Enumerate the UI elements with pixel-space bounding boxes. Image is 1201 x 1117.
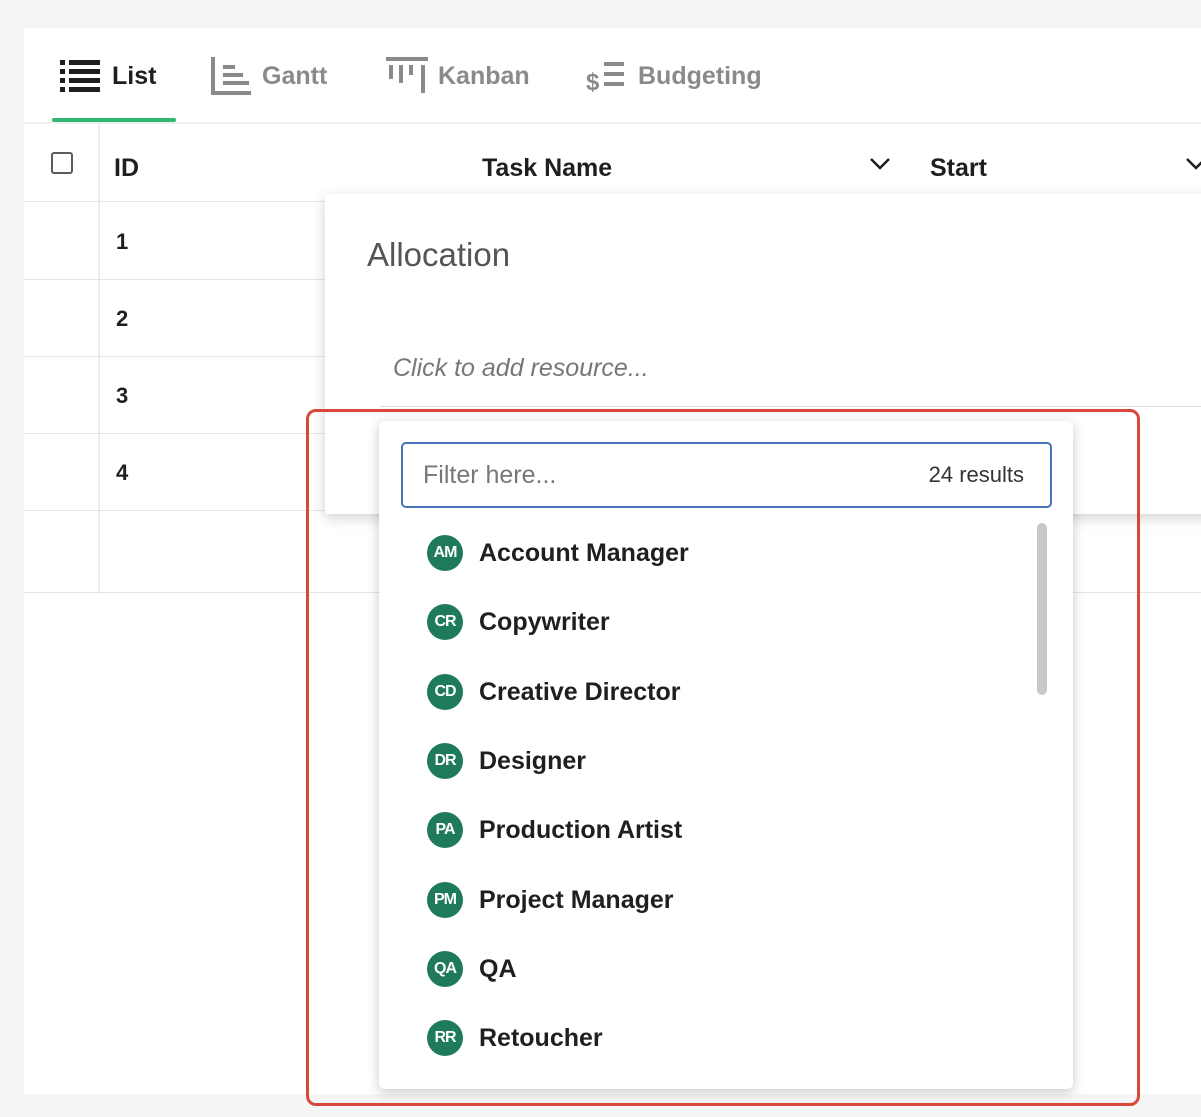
resource-option-copywriter[interactable]: CR Copywriter: [427, 597, 1007, 647]
add-resource-underline: [380, 406, 1201, 407]
chevron-down-icon[interactable]: [868, 154, 892, 174]
tab-budgeting[interactable]: $ Budgeting: [586, 56, 762, 97]
row-id: 3: [116, 383, 129, 408]
add-resource-field[interactable]: Click to add resource...: [393, 354, 649, 383]
avatar: PA: [427, 812, 463, 848]
avatar: AM: [427, 535, 463, 571]
column-header-task-name[interactable]: Task Name: [482, 154, 612, 183]
resource-option-label: Project Manager: [479, 885, 674, 914]
resource-option-label: Account Manager: [479, 538, 689, 567]
resource-option-retoucher[interactable]: RR Retoucher: [427, 1013, 1007, 1063]
avatar: PM: [427, 882, 463, 918]
column-header-start[interactable]: Start: [930, 154, 987, 183]
resource-option-project-manager[interactable]: PM Project Manager: [427, 875, 1007, 925]
grid-header: ID Task Name Start: [24, 124, 1201, 202]
row-id: 2: [116, 306, 129, 331]
avatar: QA: [427, 951, 463, 987]
filter-box: 24 results: [401, 442, 1052, 508]
resource-option-account-manager[interactable]: AM Account Manager: [427, 528, 1007, 578]
tab-list[interactable]: List: [58, 56, 156, 96]
resource-option-creative-director[interactable]: CD Creative Director: [427, 667, 1007, 717]
result-count: 24 results: [928, 462, 1024, 487]
column-header-id[interactable]: ID: [114, 154, 139, 183]
tab-gantt[interactable]: Gantt: [210, 56, 327, 96]
dropdown-scrollbar[interactable]: [1037, 523, 1047, 695]
allocation-title: Allocation: [367, 236, 511, 273]
row-id: 4: [116, 460, 129, 485]
resource-option-qa[interactable]: QA QA: [427, 944, 1007, 994]
tab-budgeting-label: Budgeting: [638, 61, 762, 90]
resource-option-production-artist[interactable]: PA Production Artist: [427, 805, 1007, 855]
resource-option-designer[interactable]: DR Designer: [427, 736, 1007, 786]
avatar: DR: [427, 743, 463, 779]
filter-input[interactable]: [423, 456, 883, 494]
avatar: RR: [427, 1020, 463, 1056]
gantt-icon: [210, 55, 252, 97]
budgeting-icon: $: [586, 56, 628, 96]
row-id: 1: [116, 229, 129, 254]
resource-option-label: Copywriter: [479, 607, 610, 636]
resource-option-label: Creative Director: [479, 677, 681, 706]
resource-dropdown: 24 results AM Account Manager CR Copywri…: [379, 421, 1073, 1089]
tab-list-label: List: [112, 61, 157, 90]
resource-option-label: Retoucher: [479, 1023, 603, 1052]
tab-kanban-label: Kanban: [438, 61, 530, 90]
list-icon: [58, 56, 102, 96]
resource-option-label: Designer: [479, 746, 586, 775]
avatar: CR: [427, 604, 463, 640]
svg-text:$: $: [586, 69, 600, 96]
resource-option-label: Production Artist: [479, 815, 683, 844]
chevron-down-icon[interactable]: [1184, 154, 1201, 174]
tab-kanban[interactable]: Kanban: [386, 56, 530, 96]
avatar: CD: [427, 674, 463, 710]
tab-gantt-label: Gantt: [262, 61, 328, 90]
select-all-checkbox[interactable]: [51, 152, 73, 174]
kanban-icon: [386, 56, 428, 96]
resource-option-label: QA: [479, 954, 517, 983]
view-tabs: List Gantt Kanban $ Budgeting: [24, 28, 1201, 122]
